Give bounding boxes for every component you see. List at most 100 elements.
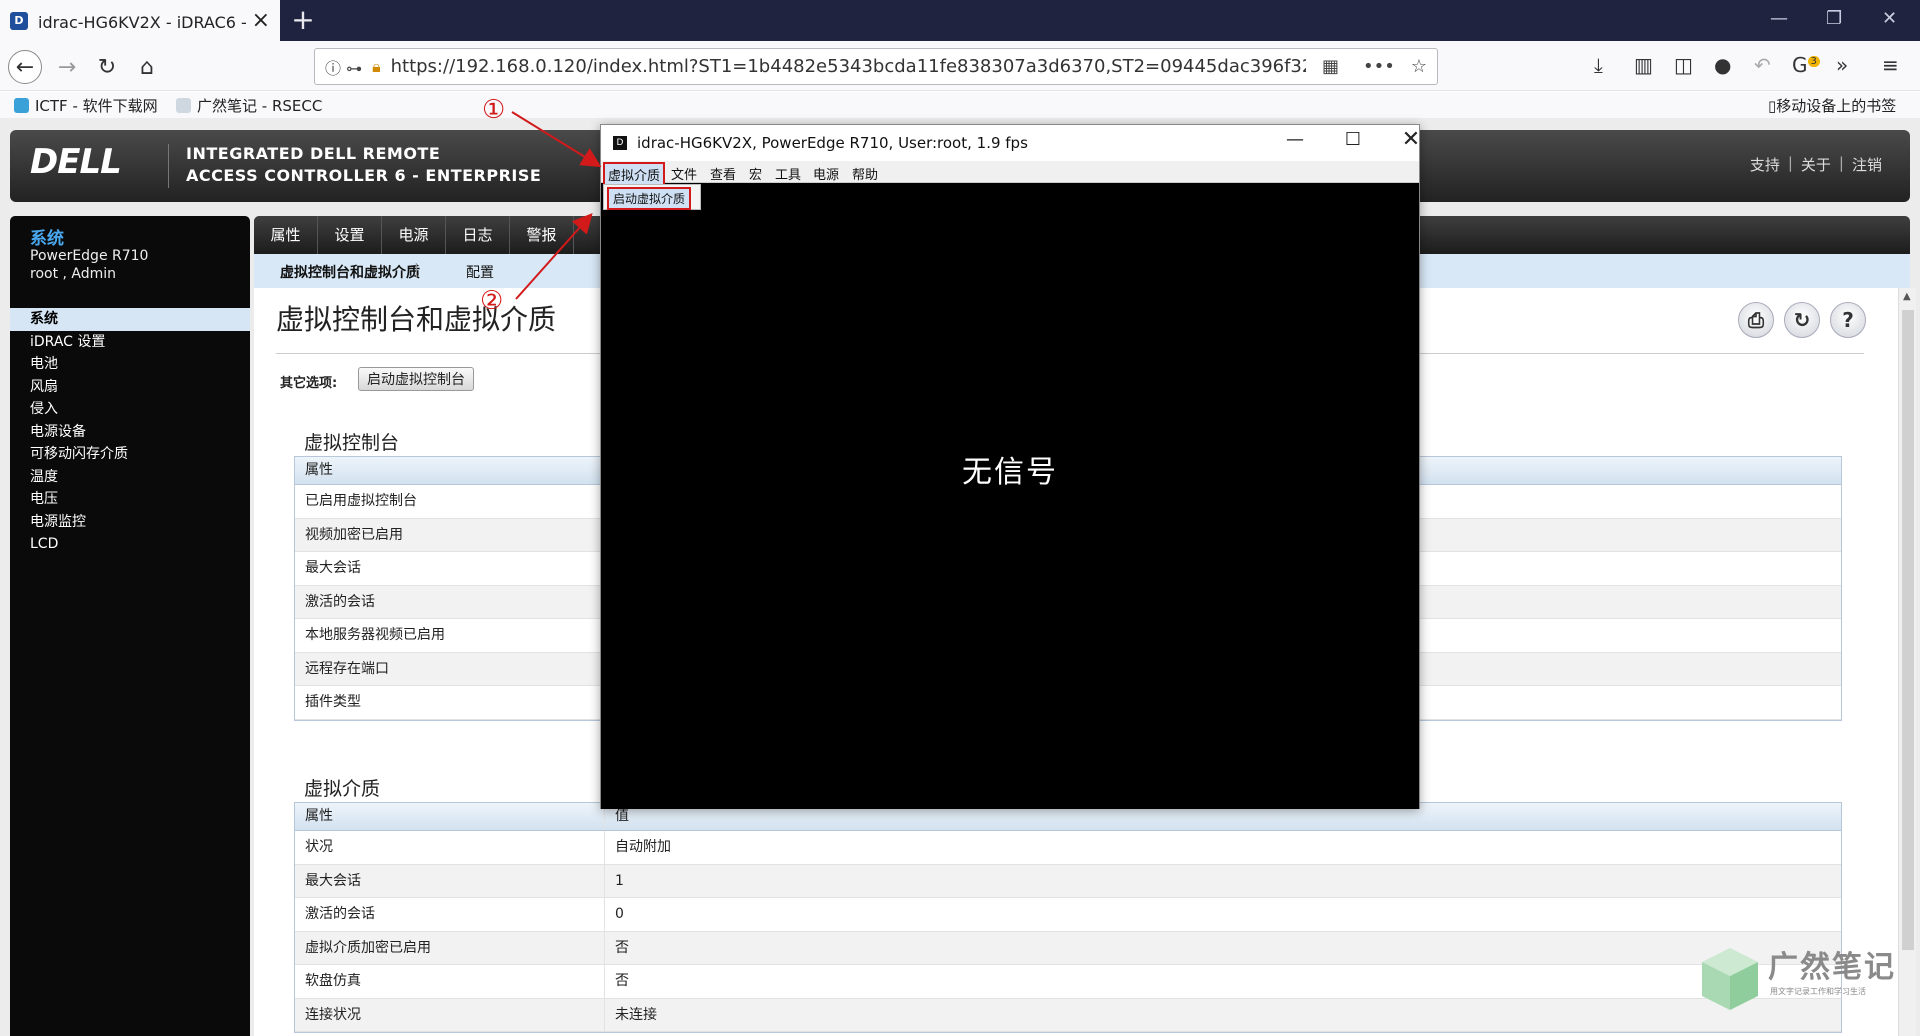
sidebar-model: PowerEdge R710 (30, 248, 149, 264)
row-value: 否 (615, 939, 629, 956)
ictf-favicon-icon (14, 98, 29, 113)
restore-icon[interactable]: ❐ (1826, 8, 1842, 29)
table-row: 连接状况 未连接 (295, 998, 1841, 1032)
extension-avatar-icon[interactable]: ● (1714, 53, 1731, 77)
logout-link[interactable]: 注销 (1852, 154, 1882, 175)
row-label: 状况 (295, 831, 605, 864)
insecure-lock-icon[interactable]: 🔒︎ (372, 57, 381, 77)
annotation-step-1: ① (482, 95, 506, 125)
help-icon[interactable]: ? (1830, 302, 1866, 338)
tab-setup[interactable]: 设置 (318, 216, 382, 254)
sidebar-item-intrusion[interactable]: 侵入 (10, 398, 250, 421)
tab-alerts[interactable]: 警报 (510, 216, 574, 254)
sidebar-item-power-monitoring[interactable]: 电源监控 (10, 511, 250, 534)
console-menu-bar: 虚拟介质 文件 查看 宏 工具 电源 帮助 (601, 161, 1419, 187)
reload-button[interactable]: ↻ (90, 50, 124, 84)
annotation-step-2: ② (480, 286, 504, 316)
sidebar-item-fans[interactable]: 风扇 (10, 376, 250, 399)
row-label: 最大会话 (295, 552, 605, 585)
row-label: 远程存在端口 (295, 652, 605, 685)
url-bar[interactable]: ⓘ ⊶ 🔒︎ https://192.168.0.120/index.html?… (314, 48, 1438, 85)
console-screen[interactable]: 无信号 (601, 185, 1419, 809)
sidebar-item-lcd[interactable]: LCD (10, 533, 250, 556)
about-link[interactable]: 关于 (1801, 154, 1831, 175)
no-signal-text: 无信号 (962, 455, 1058, 490)
forward-button[interactable]: → (50, 50, 84, 84)
home-button[interactable]: ⌂ (130, 50, 164, 84)
sidebar-item-temperature[interactable]: 温度 (10, 466, 250, 489)
undo-icon[interactable]: ↶ (1754, 53, 1771, 77)
overflow-chevron-icon[interactable]: » (1836, 53, 1848, 77)
media-properties-table: 属性 值 状况 自动附加 最大会话 1 激活的会话 0 虚拟介质加密已启用否 软盘仿真… (294, 802, 1842, 1033)
sidebar-icon[interactable]: ◫ (1674, 53, 1693, 77)
library-icon[interactable]: ▥ (1634, 53, 1653, 77)
subtab-separator: | (414, 262, 419, 278)
site-info-icon[interactable]: ⓘ ⊶ (325, 55, 362, 79)
launch-virtual-console-button[interactable]: 启动虚拟控制台 (358, 367, 474, 391)
hamburger-menu-icon[interactable]: ≡ (1882, 53, 1899, 77)
sidebar-item-voltage[interactable]: 电压 (10, 488, 250, 511)
menu-macros[interactable]: 宏 (749, 164, 762, 183)
table-row: 虚拟介质加密已启用否 (295, 931, 1841, 965)
console-maximize-icon[interactable]: ☐ (1333, 129, 1373, 150)
mobile-bookmarks[interactable]: ▯移动设备上的书签 (1768, 95, 1896, 116)
watermark-subtitle: 用文字记录工作和学习生活 (1770, 987, 1866, 996)
page-actions-icon[interactable]: ••• (1363, 56, 1395, 77)
print-icon[interactable]: ⎙ (1738, 302, 1774, 338)
qr-code-icon[interactable]: ▦ (1322, 56, 1339, 77)
browser-tab[interactable]: D idrac-HG6KV2X - iDRAC6 - 摘 × (0, 0, 280, 41)
row-label: 虚拟介质加密已启用 (295, 931, 605, 964)
close-tab-icon[interactable]: × (252, 9, 270, 32)
extension-badge: 3 (1807, 56, 1820, 68)
download-icon[interactable]: ⤓ (1594, 53, 1603, 77)
bookmark-star-icon[interactable]: ☆ (1411, 56, 1427, 77)
menu-view[interactable]: 查看 (710, 164, 736, 183)
sidebar-item-batteries[interactable]: 电池 (10, 353, 250, 376)
console-minimize-icon[interactable]: — (1275, 129, 1315, 150)
sidebar-item-idrac-settings[interactable]: iDRAC 设置 (10, 331, 250, 354)
scroll-thumb[interactable] (1902, 310, 1914, 950)
url-text[interactable]: https://192.168.0.120/index.html?ST1=1b4… (391, 56, 1306, 77)
bookmark-ictf[interactable]: ICTF - 软件下载网 (14, 95, 158, 116)
new-tab-button[interactable]: + (288, 6, 318, 36)
table-row: 软盘仿真否 (295, 965, 1841, 999)
sidebar-item-removable-flash[interactable]: 可移动闪存介质 (10, 443, 250, 466)
minimize-icon[interactable]: — (1770, 8, 1788, 29)
header-links: 支持 | 关于 | 注销 (1750, 154, 1882, 175)
menu-help[interactable]: 帮助 (852, 164, 878, 183)
row-label: 激活的会话 (295, 898, 605, 931)
launch-virtual-media-item[interactable]: 启动虚拟介质 (607, 187, 692, 210)
row-label: 软盘仿真 (295, 965, 605, 998)
menu-power[interactable]: 电源 (813, 164, 839, 183)
sidebar-item-power-supplies[interactable]: 电源设备 (10, 421, 250, 444)
close-window-icon[interactable]: ✕ (1882, 8, 1897, 29)
sidebar: 系统 PowerEdge R710 root , Admin 系统 iDRAC … (10, 216, 250, 1036)
product-name-line2: ACCESS CONTROLLER 6 - ENTERPRISE (186, 166, 542, 185)
extension-counter-icon[interactable]: G3 (1792, 53, 1820, 77)
scroll-up-icon[interactable]: ▲ (1903, 291, 1911, 302)
sidebar-item-system[interactable]: 系统 (10, 308, 250, 331)
row-value: 1 (615, 872, 624, 889)
tab-logs[interactable]: 日志 (446, 216, 510, 254)
menu-tools[interactable]: 工具 (775, 164, 801, 183)
menu-file[interactable]: 文件 (671, 164, 697, 183)
back-button[interactable]: ← (8, 50, 42, 84)
content-scrollbar[interactable]: ▲ (1898, 288, 1916, 1036)
sidebar-system-title[interactable]: 系统 (30, 224, 64, 249)
page-title: 虚拟控制台和虚拟介质 (276, 303, 557, 336)
subtab-configuration[interactable]: 配置 (466, 262, 494, 282)
table-row: 状况 自动附加 (295, 831, 1841, 865)
sidebar-user: root , Admin (30, 266, 117, 282)
console-close-icon[interactable]: ✕ (1391, 127, 1431, 152)
guangran-favicon-icon (176, 98, 191, 113)
bookmark-guangran[interactable]: 广然笔记 - RSECC (176, 95, 322, 116)
virtual-console-window: D idrac-HG6KV2X, PowerEdge R710, User:ro… (600, 124, 1420, 809)
header-divider (168, 144, 169, 188)
console-title-bar[interactable]: D idrac-HG6KV2X, PowerEdge R710, User:ro… (601, 125, 1420, 161)
tab-properties[interactable]: 属性 (254, 216, 318, 254)
table-row: 激活的会话 0 (295, 898, 1841, 932)
subtab-console-media[interactable]: 虚拟控制台和虚拟介质 (280, 262, 420, 282)
support-link[interactable]: 支持 (1750, 154, 1780, 175)
tab-power[interactable]: 电源 (382, 216, 446, 254)
refresh-icon[interactable]: ↻ (1784, 302, 1820, 338)
